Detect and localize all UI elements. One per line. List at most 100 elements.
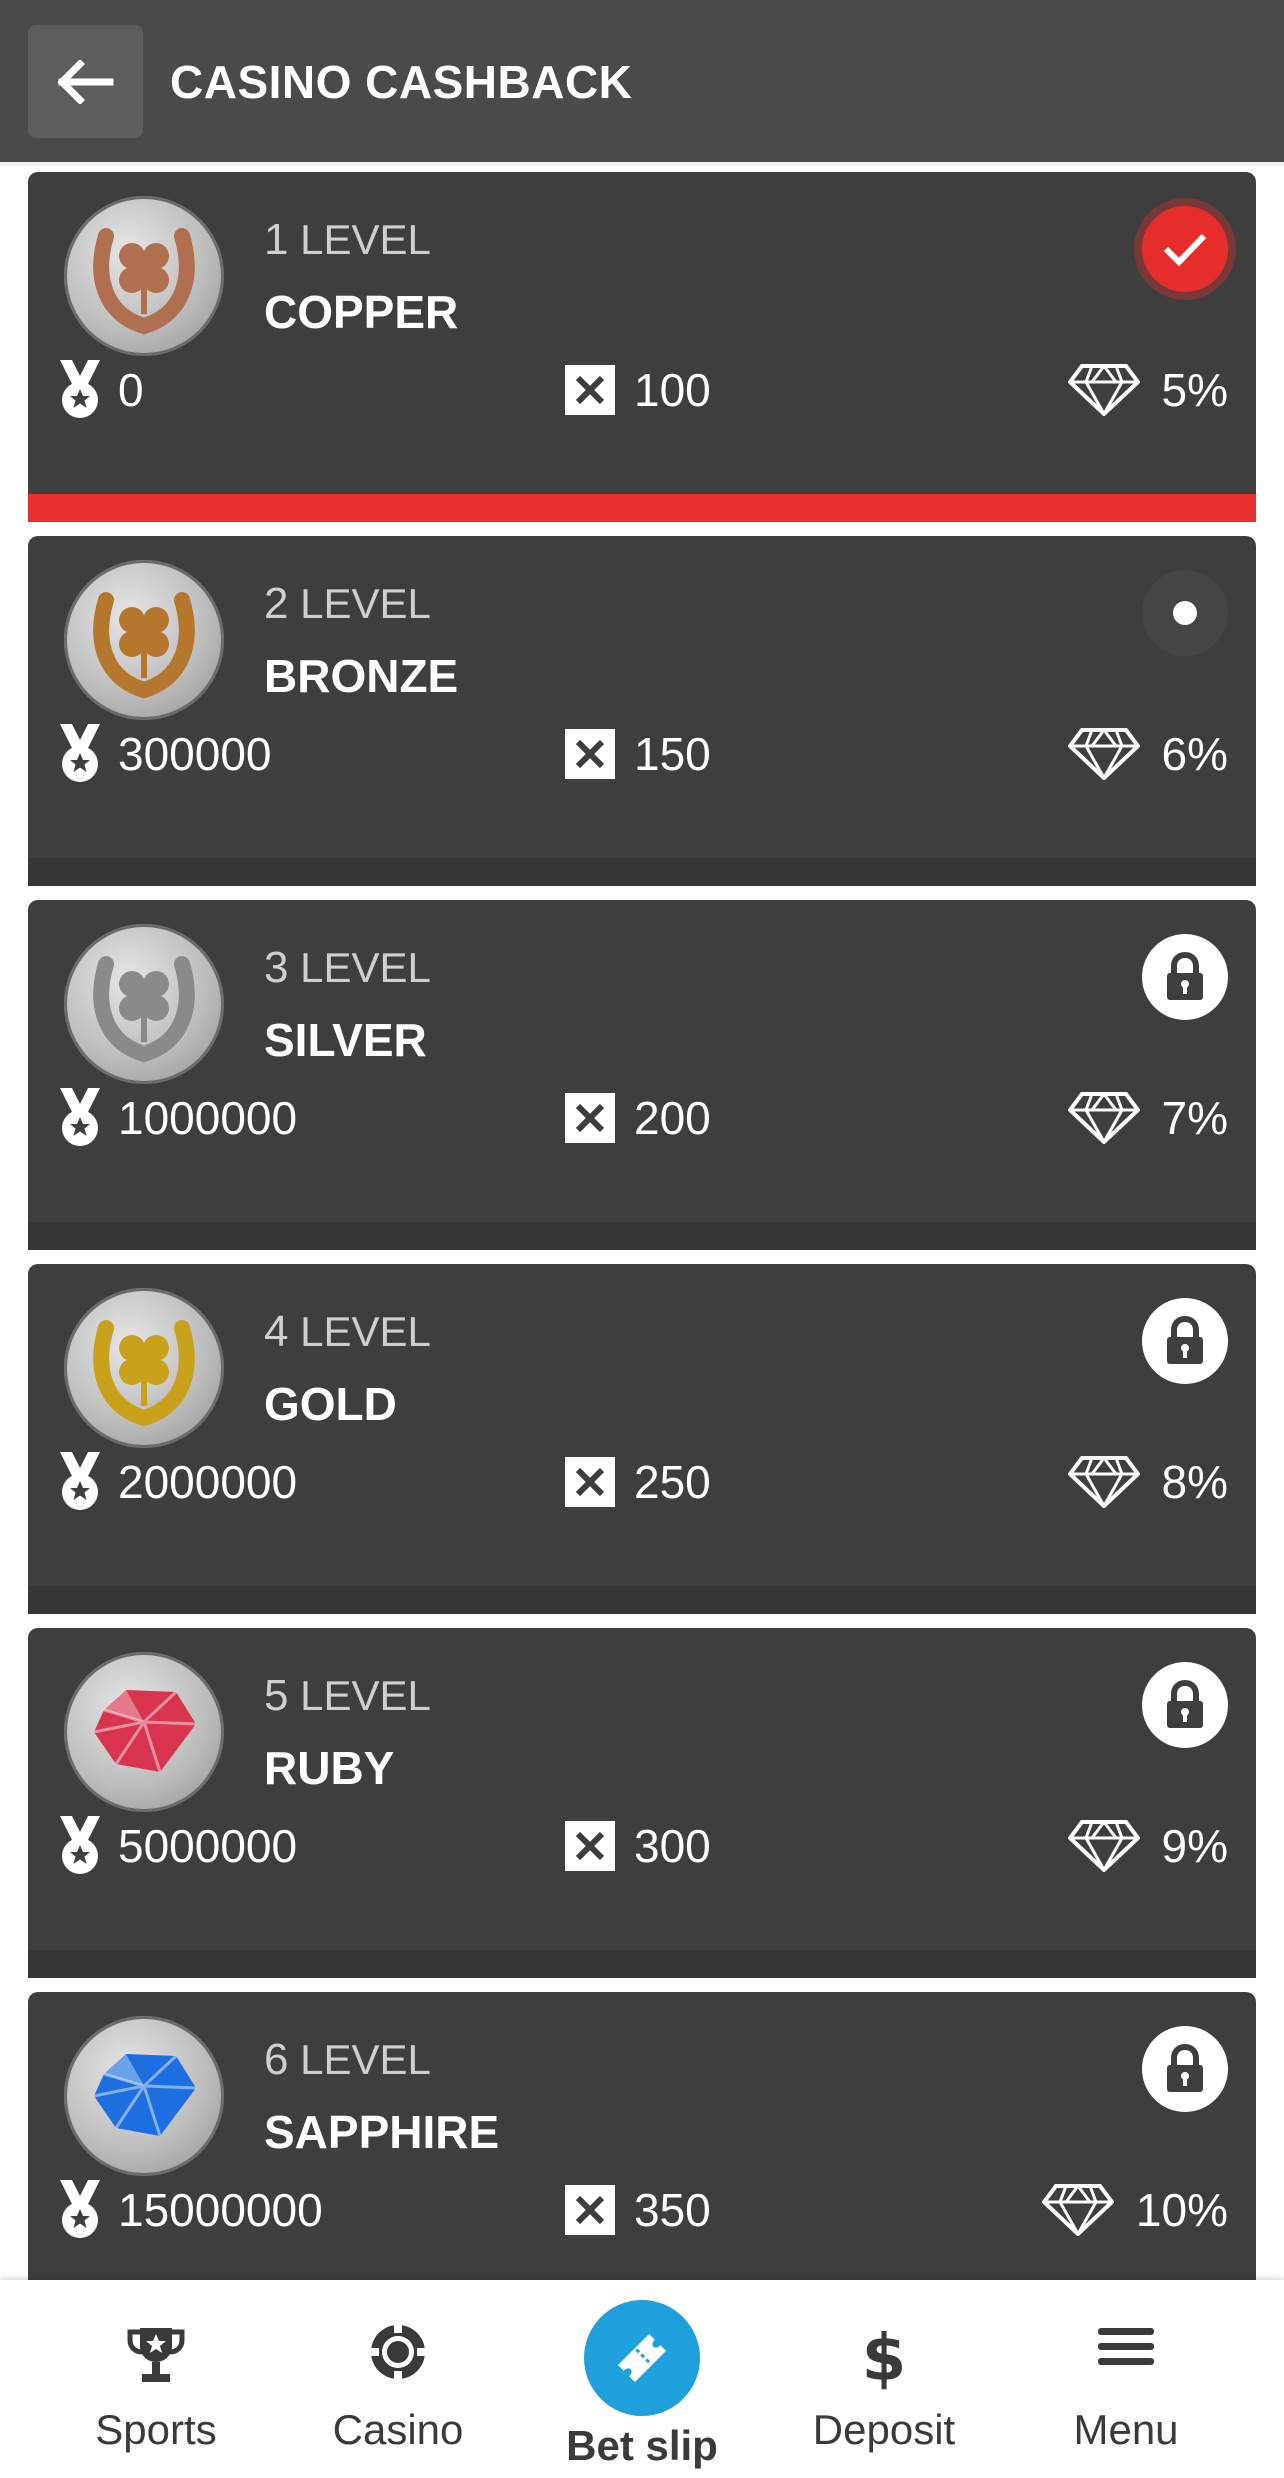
level-progress-bar — [28, 1586, 1256, 1614]
level-word: LEVEL — [300, 580, 431, 627]
diamond-icon — [1067, 728, 1140, 780]
required-points: 5000000 — [54, 1814, 297, 1878]
gold-horseshoe-clover-icon — [93, 1320, 195, 1427]
level-card-silver[interactable]: 3 LEVEL SILVER 1000000 200 7% — [28, 900, 1256, 1250]
level-number-value: 4 — [264, 1307, 289, 1356]
back-button[interactable] — [28, 25, 143, 138]
required-points-value: 0 — [118, 364, 144, 416]
cashback-percent-value: 7% — [1161, 1092, 1228, 1144]
diamond-icon — [1041, 2184, 1114, 2236]
lock-icon — [1167, 1316, 1203, 1364]
level-number-value: 3 — [264, 943, 289, 992]
wager-multiplier-value: 350 — [634, 2184, 711, 2236]
ticket-icon — [617, 2333, 667, 2383]
multiplier-icon — [565, 365, 615, 415]
level-name: RUBY — [264, 1742, 395, 1794]
level-status-badge — [1142, 2026, 1228, 2112]
cashback-percent-value: 5% — [1161, 364, 1228, 416]
multiplier-icon — [565, 1093, 615, 1143]
cashback-percent-value: 10% — [1135, 2184, 1228, 2236]
wager-multiplier: 350 — [564, 2178, 711, 2242]
level-name: SILVER — [264, 1014, 427, 1066]
nav-menu[interactable]: Menu — [1006, 2280, 1246, 2478]
medal-icon — [60, 2180, 100, 2238]
hamburger-menu-icon — [1098, 2328, 1154, 2365]
nav-sports-label: Sports — [95, 2406, 217, 2453]
level-progress-bar — [28, 1222, 1256, 1250]
page-title: CASINO CASHBACK — [170, 56, 633, 108]
nav-menu-label: Menu — [1073, 2406, 1179, 2453]
level-word: LEVEL — [300, 2036, 431, 2083]
level-status-badge — [1142, 570, 1228, 656]
diamond-icon — [1067, 1456, 1140, 1508]
level-name: COPPER — [264, 286, 459, 338]
level-number: 3 LEVEL — [264, 940, 431, 996]
required-points: 15000000 — [54, 2178, 323, 2242]
level-number: 2 LEVEL — [264, 576, 431, 632]
dollar-icon: $ — [862, 2322, 906, 2390]
level-emblem — [64, 560, 224, 720]
wager-multiplier-value: 200 — [634, 1092, 711, 1144]
diamond-icon — [1067, 1092, 1140, 1144]
level-card-ruby[interactable]: 5 LEVEL RUBY 5000000 300 9% — [28, 1628, 1256, 1978]
bronze-horseshoe-clover-icon — [93, 592, 195, 699]
required-points-value: 300000 — [118, 728, 272, 780]
level-status-badge — [1142, 206, 1228, 292]
level-emblem — [64, 924, 224, 1084]
multiplier-icon — [565, 1457, 615, 1507]
level-word: LEVEL — [300, 1672, 431, 1719]
cashback-percent: 10% — [1041, 2178, 1228, 2242]
bottom-nav: Sports Casino Bet slip $ Deposit Menu — [0, 2280, 1284, 2478]
required-points: 2000000 — [54, 1450, 297, 1514]
cashback-percent: 6% — [1067, 722, 1228, 786]
nav-deposit-label: Deposit — [812, 2406, 956, 2453]
level-progress-bar — [28, 1950, 1256, 1978]
copper-horseshoe-clover-icon — [93, 228, 195, 335]
level-name: SAPPHIRE — [264, 2106, 500, 2158]
wager-multiplier: 250 — [564, 1450, 711, 1514]
medal-icon — [60, 360, 100, 418]
cashback-percent: 7% — [1067, 1086, 1228, 1150]
medal-icon — [60, 724, 100, 782]
wager-multiplier-value: 300 — [634, 1820, 711, 1872]
wager-multiplier-value: 100 — [634, 364, 711, 416]
required-points-value: 2000000 — [118, 1456, 298, 1508]
level-card-bronze[interactable]: 2 LEVEL BRONZE 300000 150 6% — [28, 536, 1256, 886]
level-number: 5 LEVEL — [264, 1668, 431, 1724]
cashback-percent-value: 8% — [1161, 1456, 1228, 1508]
cashback-percent: 9% — [1067, 1814, 1228, 1878]
level-card-gold[interactable]: 4 LEVEL GOLD 2000000 250 8% — [28, 1264, 1256, 1614]
nav-sports[interactable]: Sports — [36, 2280, 276, 2478]
level-name: BRONZE — [264, 650, 459, 702]
nav-deposit[interactable]: $ Deposit — [764, 2280, 1004, 2478]
wager-multiplier-value: 250 — [634, 1456, 711, 1508]
required-points: 0 — [54, 358, 144, 422]
nav-bet-slip[interactable]: Bet slip — [522, 2280, 762, 2478]
level-status-badge — [1142, 1298, 1228, 1384]
level-number: 6 LEVEL — [264, 2032, 431, 2088]
wager-multiplier: 200 — [564, 1086, 711, 1150]
level-status-badge — [1142, 1662, 1228, 1748]
nav-casino[interactable]: Casino — [278, 2280, 518, 2478]
wager-multiplier: 150 — [564, 722, 711, 786]
level-word: LEVEL — [300, 1308, 431, 1355]
medal-icon — [60, 1452, 100, 1510]
lock-icon — [1167, 952, 1203, 1000]
cashback-percent-value: 9% — [1161, 1820, 1228, 1872]
level-emblem — [64, 2016, 224, 2176]
sapphire-gem-icon — [93, 2054, 197, 2137]
trophy-icon — [127, 2328, 185, 2382]
required-points-value: 1000000 — [118, 1092, 298, 1144]
medal-icon — [60, 1088, 100, 1146]
level-card-copper[interactable]: 1 LEVEL COPPER 0 100 5% — [28, 172, 1256, 522]
lock-icon — [1167, 2044, 1203, 2092]
poker-chip-icon — [369, 2323, 427, 2381]
wager-multiplier: 300 — [564, 1814, 711, 1878]
radio-dot-icon — [1173, 601, 1197, 625]
bet-slip-badge — [584, 2300, 700, 2416]
wager-multiplier: 100 — [564, 358, 711, 422]
level-progress-bar — [28, 494, 1256, 522]
ruby-gem-icon — [93, 1690, 197, 1773]
arrow-left-icon — [57, 59, 113, 104]
level-emblem — [64, 196, 224, 356]
